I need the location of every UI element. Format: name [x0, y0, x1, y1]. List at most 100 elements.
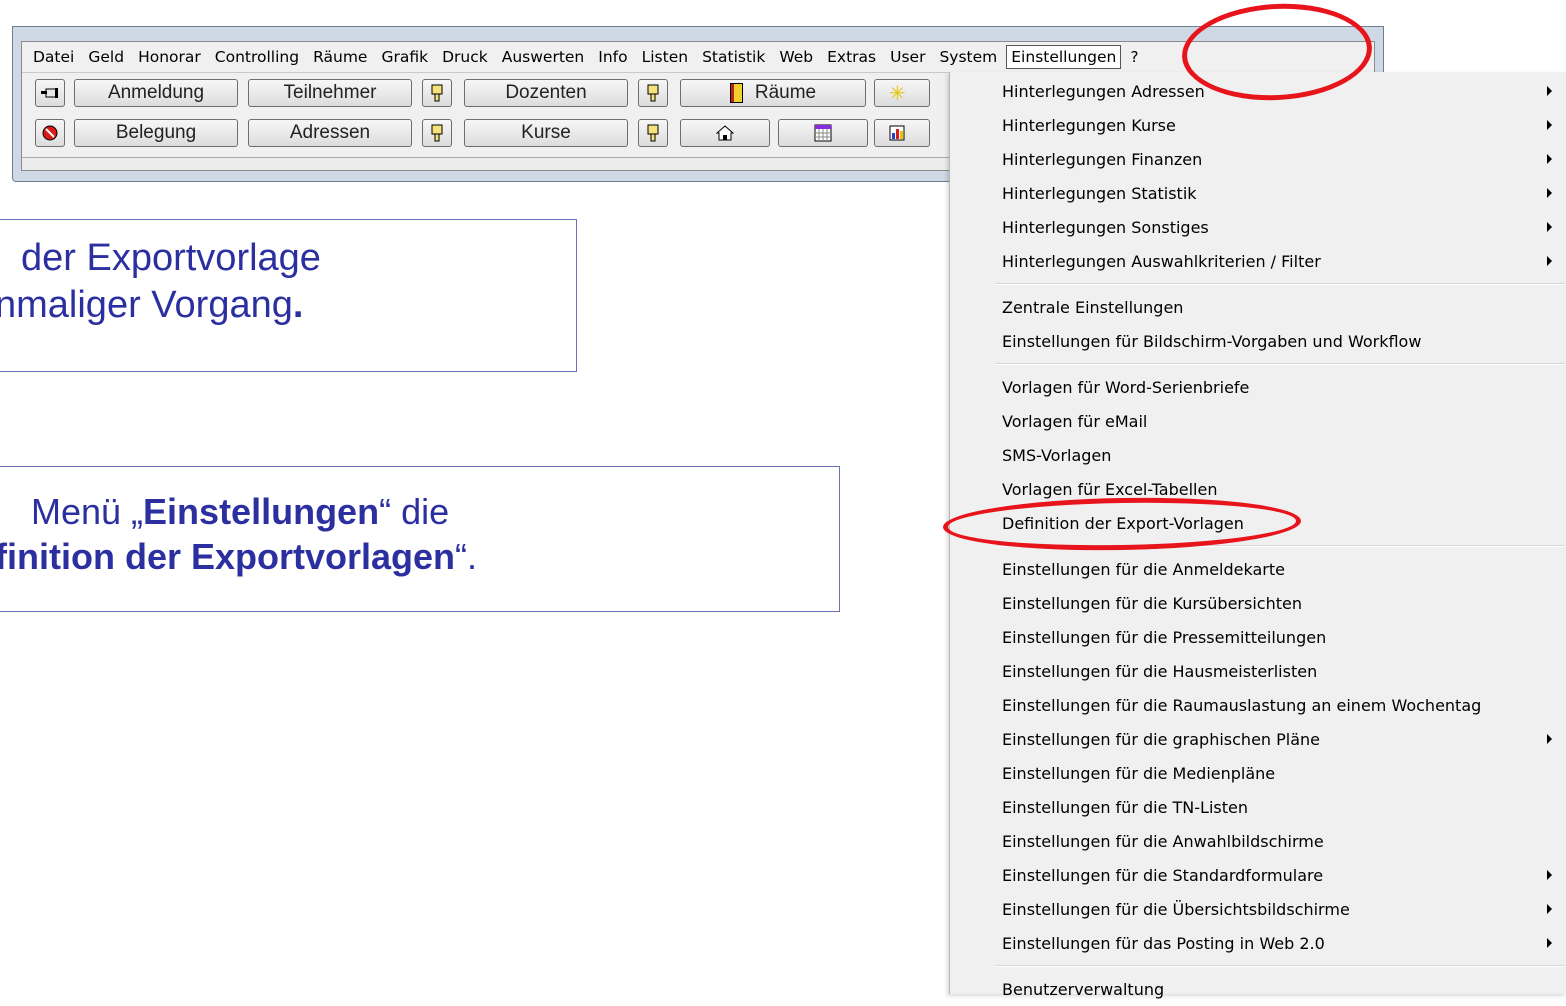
menu-honorar[interactable]: Honorar	[133, 45, 206, 69]
submenu-arrow-icon	[1547, 188, 1552, 198]
menu-item[interactable]: Hinterlegungen Statistik	[950, 176, 1566, 210]
menu-item[interactable]: Vorlagen für Excel-Tabellen	[950, 472, 1566, 506]
menu-item[interactable]: Einstellungen für die Übersichtsbildschi…	[950, 892, 1566, 926]
instruction-1-line-1: der Exportvorlage	[21, 237, 321, 279]
pointing-hand-icon[interactable]	[35, 79, 65, 107]
menu-item-label: Vorlagen für eMail	[1002, 411, 1148, 431]
menu-auswerten[interactable]: Auswerten	[497, 45, 590, 69]
submenu-arrow-icon	[1547, 256, 1552, 266]
menu-item-label: Einstellungen für die Medienpläne	[1002, 763, 1276, 783]
menu-raeume[interactable]: Räume	[308, 45, 372, 69]
submenu-arrow-icon	[1547, 938, 1552, 948]
menu-item[interactable]: Einstellungen für die TN-Listen	[950, 790, 1566, 824]
belegung-button[interactable]: Belegung	[74, 119, 238, 147]
hand-icon[interactable]	[422, 79, 452, 107]
door-icon	[729, 83, 743, 103]
instruction-2-line-2: finition der Exportvorlagen“.	[0, 536, 478, 577]
calendar-icon[interactable]	[778, 119, 868, 147]
instruction-2-line-1: Menü „Einstellungen“ die	[31, 491, 450, 532]
home-icon[interactable]	[680, 119, 770, 147]
menu-info[interactable]: Info	[593, 45, 632, 69]
menu-item[interactable]: Einstellungen für Bildschirm-Vorgaben un…	[950, 324, 1566, 358]
raeume-button-label: Räume	[754, 82, 817, 103]
menu-item[interactable]: Benutzerverwaltung	[950, 972, 1566, 1006]
adressen-button[interactable]: Adressen	[248, 119, 412, 147]
menu-item-label: Einstellungen für die Kursübersichten	[1002, 593, 1302, 613]
menu-item[interactable]: Zentrale Einstellungen	[950, 290, 1566, 324]
menu-grafik[interactable]: Grafik	[376, 45, 433, 69]
chart-icon[interactable]	[874, 119, 930, 147]
anmeldung-button[interactable]: Anmeldung	[74, 79, 238, 107]
menu-item-label: Einstellungen für die graphischen Pläne	[1002, 729, 1321, 749]
menu-bar: Datei Geld Honorar Controlling Räume Gra…	[22, 42, 1374, 73]
menu-item-label: Vorlagen für Excel-Tabellen	[1002, 479, 1218, 499]
menu-item-label: Einstellungen für die Übersichtsbildschi…	[1002, 899, 1350, 919]
submenu-arrow-icon	[1547, 154, 1552, 164]
menu-item-label: Zentrale Einstellungen	[1002, 297, 1184, 317]
menu-datei[interactable]: Datei	[28, 45, 79, 69]
menu-item[interactable]: Hinterlegungen Kurse	[950, 108, 1566, 142]
menu-item[interactable]: Einstellungen für die Anwahlbildschirme	[950, 824, 1566, 858]
menu-item-label: Einstellungen für die TN-Listen	[1002, 797, 1248, 817]
instruction-box-1: der Exportvorlage nmaliger Vorgang.	[0, 219, 577, 372]
kurse-button[interactable]: Kurse	[464, 119, 628, 147]
menu-item[interactable]: Einstellungen für die Kursübersichten	[950, 586, 1566, 620]
teilnehmer-button[interactable]: Teilnehmer	[248, 79, 412, 107]
stop-icon[interactable]	[35, 119, 65, 147]
menu-item-label: Hinterlegungen Finanzen	[1002, 149, 1203, 169]
menu-item-label: Einstellungen für Bildschirm-Vorgaben un…	[1002, 331, 1422, 351]
menu-item-label: Hinterlegungen Kurse	[1002, 115, 1176, 135]
menu-system[interactable]: System	[934, 45, 1002, 69]
menu-statistik[interactable]: Statistik	[697, 45, 770, 69]
instruction-1-line-2: nmaliger Vorgang.	[0, 284, 304, 326]
menu-item[interactable]: Einstellungen für die Hausmeisterlisten	[950, 654, 1566, 688]
menu-item-label: SMS-Vorlagen	[1002, 445, 1112, 465]
dozenten-button[interactable]: Dozenten	[464, 79, 628, 107]
menu-item-label: Hinterlegungen Sonstiges	[1002, 217, 1209, 237]
submenu-arrow-icon	[1547, 222, 1552, 232]
menu-geld[interactable]: Geld	[83, 45, 129, 69]
menu-listen[interactable]: Listen	[637, 45, 693, 69]
hand-icon[interactable]	[422, 119, 452, 147]
menu-controlling[interactable]: Controlling	[210, 45, 304, 69]
menu-druck[interactable]: Druck	[437, 45, 493, 69]
menu-item[interactable]: Hinterlegungen Auswahlkriterien / Filter	[950, 244, 1566, 278]
menu-item-label: Einstellungen für die Hausmeisterlisten	[1002, 661, 1318, 681]
menu-item[interactable]: Vorlagen für eMail	[950, 404, 1566, 438]
menu-item-label: Einstellungen für die Raumauslastung an …	[1002, 695, 1482, 715]
hand-icon[interactable]	[638, 119, 668, 147]
menu-item-label: Hinterlegungen Statistik	[1002, 183, 1197, 203]
raeume-button[interactable]: Räume	[680, 79, 866, 107]
menu-item-label: Hinterlegungen Adressen	[1002, 81, 1205, 101]
submenu-arrow-icon	[1547, 120, 1552, 130]
submenu-arrow-icon	[1547, 86, 1552, 96]
menu-extras[interactable]: Extras	[822, 45, 881, 69]
menu-item[interactable]: Einstellungen für die Pressemitteilungen	[950, 620, 1566, 654]
menu-item-label: Hinterlegungen Auswahlkriterien / Filter	[1002, 251, 1321, 271]
menu-item[interactable]: Einstellungen für die graphischen Pläne	[950, 722, 1566, 756]
menu-item[interactable]: Hinterlegungen Finanzen	[950, 142, 1566, 176]
menu-item[interactable]: Einstellungen für die Anmeldekarte	[950, 552, 1566, 586]
menu-item-label: Einstellungen für die Anwahlbildschirme	[1002, 831, 1324, 851]
menu-item[interactable]: SMS-Vorlagen	[950, 438, 1566, 472]
menu-item-label: Einstellungen für die Pressemitteilungen	[1002, 627, 1327, 647]
menu-item[interactable]: Einstellungen für das Posting in Web 2.0	[950, 926, 1566, 960]
menu-item[interactable]: Einstellungen für die Raumauslastung an …	[950, 688, 1566, 722]
menu-item[interactable]: Einstellungen für die Standardformulare	[950, 858, 1566, 892]
menu-einstellungen[interactable]: Einstellungen	[1006, 45, 1122, 69]
menu-item-label: Benutzerverwaltung	[1002, 979, 1165, 999]
hand-icon[interactable]	[638, 79, 668, 107]
menu-separator	[996, 363, 1564, 365]
submenu-arrow-icon	[1547, 870, 1552, 880]
menu-web[interactable]: Web	[774, 45, 818, 69]
menu-item[interactable]: Hinterlegungen Sonstiges	[950, 210, 1566, 244]
menu-item-label: Einstellungen für die Standardformulare	[1002, 865, 1324, 885]
menu-help[interactable]: ?	[1125, 45, 1143, 69]
sun-icon[interactable]: ✳	[874, 79, 930, 107]
menu-item[interactable]: Einstellungen für die Medienpläne	[950, 756, 1566, 790]
menu-item-label: Einstellungen für die Anmeldekarte	[1002, 559, 1285, 579]
menu-item[interactable]: Vorlagen für Word-Serienbriefe	[950, 370, 1566, 404]
menu-user[interactable]: User	[885, 45, 930, 69]
menu-item-label: Vorlagen für Word-Serienbriefe	[1002, 377, 1250, 397]
menu-separator	[996, 283, 1564, 285]
